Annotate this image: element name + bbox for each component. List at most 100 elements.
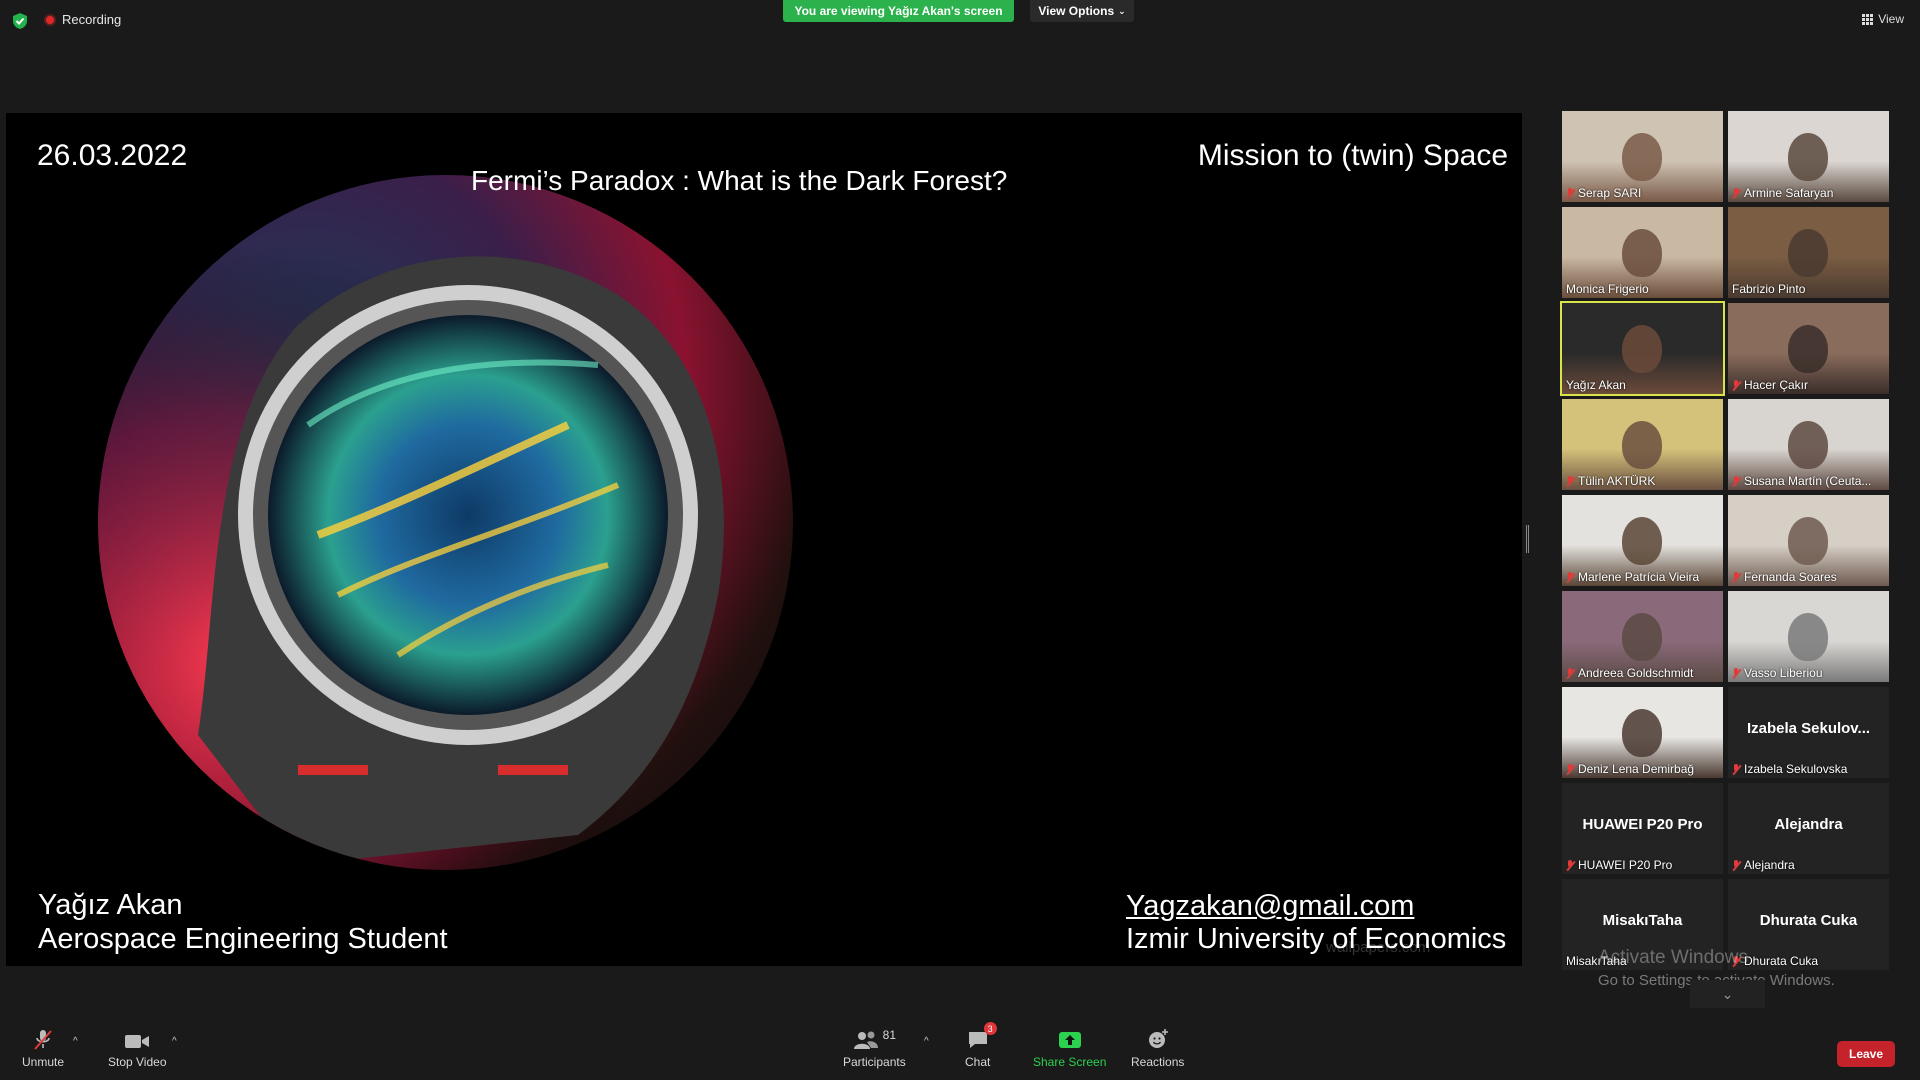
participant-display-name: Alejandra bbox=[1774, 816, 1843, 833]
video-camera-icon bbox=[124, 1028, 150, 1050]
participant-tile[interactable]: Vasso Liberiou bbox=[1728, 591, 1889, 682]
participant-tile[interactable]: Fabrizio Pinto bbox=[1728, 207, 1889, 298]
slide-mission: Mission to (twin) Space bbox=[1197, 139, 1508, 172]
activate-windows-title: Activate Windows bbox=[1598, 947, 1748, 968]
participant-tile[interactable]: Izabela Sekulov... Izabela Sekulovska bbox=[1728, 687, 1889, 778]
view-options-label: View Options bbox=[1038, 4, 1115, 18]
chat-bubble-icon: 3 bbox=[967, 1022, 997, 1050]
participant-silhouette bbox=[1622, 133, 1662, 181]
view-button[interactable]: View bbox=[1862, 12, 1904, 26]
participant-name: Yağız Akan bbox=[1566, 378, 1626, 392]
participant-display-name: Dhurata Cuka bbox=[1759, 912, 1858, 929]
share-screen-label: Share Screen bbox=[1033, 1055, 1107, 1069]
participant-name: Armine Safaryan bbox=[1744, 186, 1834, 200]
share-screen-button[interactable]: Share Screen bbox=[1033, 1028, 1106, 1069]
microphone-muted-icon bbox=[1732, 859, 1741, 871]
astronaut-helmet-image bbox=[98, 175, 793, 870]
participant-name: Tülin AKTÜRK bbox=[1578, 474, 1656, 488]
participant-silhouette bbox=[1788, 325, 1828, 373]
participant-name: Dhurata Cuka bbox=[1744, 954, 1819, 968]
recording-indicator[interactable]: Recording bbox=[44, 12, 121, 27]
panel-resize-handle[interactable] bbox=[1526, 525, 1529, 553]
participant-name: Deniz Lena Demirbağ bbox=[1578, 762, 1695, 776]
participants-count: 81 bbox=[882, 1028, 897, 1042]
microphone-muted-icon bbox=[1732, 379, 1741, 391]
participant-tile[interactable]: Marlene Patrícia Vieira bbox=[1562, 495, 1723, 586]
participant-name: Fabrizio Pinto bbox=[1732, 282, 1806, 296]
participant-tile[interactable]: Deniz Lena Demirbağ bbox=[1562, 687, 1723, 778]
presenter-email-link[interactable]: Yagzakan@gmail.com bbox=[1126, 889, 1414, 923]
chevron-down-icon: ⌄ bbox=[1721, 985, 1734, 1002]
top-bar: Recording You are viewing Yağız Akan's s… bbox=[0, 0, 1920, 40]
participant-tile[interactable]: Susana Martín (Ceuta... bbox=[1728, 399, 1889, 490]
participant-silhouette bbox=[1788, 229, 1828, 277]
participant-name: Andreea Goldschmidt bbox=[1578, 666, 1694, 680]
participant-display-name: MisakıTaha bbox=[1602, 912, 1683, 929]
participant-name-label: Fernanda Soares bbox=[1732, 570, 1837, 584]
meeting-toolbar: Unmute ^ Stop Video ^ 81 Participants ^ … bbox=[0, 1016, 1920, 1080]
microphone-muted-icon bbox=[1732, 475, 1741, 487]
participant-name-label: Izabela Sekulovska bbox=[1732, 762, 1847, 776]
participant-name: Hacer Çakır bbox=[1744, 378, 1809, 392]
gallery-scroll-down-button[interactable]: ⌄ bbox=[1690, 980, 1765, 1008]
stop-video-button[interactable]: Stop Video bbox=[108, 1028, 167, 1069]
view-label: View bbox=[1878, 12, 1904, 26]
participant-silhouette bbox=[1622, 421, 1662, 469]
participant-silhouette bbox=[1622, 517, 1662, 565]
participant-silhouette bbox=[1622, 325, 1662, 373]
participants-button[interactable]: 81 Participants bbox=[843, 1028, 906, 1069]
participant-tile[interactable]: Alejandra Alejandra bbox=[1728, 783, 1889, 874]
participant-silhouette bbox=[1788, 517, 1828, 565]
participant-name-label: Alejandra bbox=[1732, 858, 1795, 872]
participant-tile[interactable]: Yağız Akan bbox=[1560, 301, 1725, 396]
view-options-button[interactable]: View Options ⌄ bbox=[1030, 0, 1134, 22]
microphone-muted-icon bbox=[1566, 763, 1575, 775]
participant-tile[interactable]: Andreea Goldschmidt bbox=[1562, 591, 1723, 682]
slide-title: Fermi’s Paradox : What is the Dark Fores… bbox=[471, 165, 1008, 196]
leave-button[interactable]: Leave bbox=[1837, 1041, 1895, 1067]
chat-button[interactable]: 3 Chat bbox=[965, 1022, 997, 1069]
participant-tile[interactable]: Tülin AKTÜRK bbox=[1562, 399, 1723, 490]
helmet-artwork bbox=[98, 175, 793, 870]
participants-icon-row: 81 bbox=[853, 1028, 896, 1050]
participant-tile[interactable]: Dhurata Cuka Dhurata Cuka bbox=[1728, 879, 1889, 970]
participant-name-label: Fabrizio Pinto bbox=[1732, 282, 1805, 296]
participant-tile[interactable]: HUAWEI P20 Pro HUAWEI P20 Pro bbox=[1562, 783, 1723, 874]
participant-tile[interactable]: Serap SARI bbox=[1562, 111, 1723, 202]
participant-name-label: Andreea Goldschmidt bbox=[1566, 666, 1693, 680]
reactions-button[interactable]: Reactions bbox=[1131, 1028, 1184, 1069]
participant-name-label: Vasso Liberiou bbox=[1732, 666, 1823, 680]
microphone-muted-icon bbox=[32, 1028, 54, 1050]
chevron-down-icon: ⌄ bbox=[1118, 5, 1126, 16]
participant-name-label: Serap SARI bbox=[1566, 186, 1641, 200]
participant-silhouette bbox=[1622, 229, 1662, 277]
video-options-chevron-icon[interactable]: ^ bbox=[172, 1036, 177, 1047]
participant-name: HUAWEI P20 Pro bbox=[1578, 858, 1673, 872]
viewing-screen-banner: You are viewing Yağız Akan's screen bbox=[783, 0, 1014, 22]
participants-options-chevron-icon[interactable]: ^ bbox=[924, 1036, 929, 1047]
participant-name-label: Susana Martín (Ceuta... bbox=[1732, 474, 1871, 488]
participant-tile[interactable]: Armine Safaryan bbox=[1728, 111, 1889, 202]
participant-name-label: Marlene Patrícia Vieira bbox=[1566, 570, 1699, 584]
participant-name: Serap SARI bbox=[1578, 186, 1642, 200]
participant-name: Fernanda Soares bbox=[1744, 570, 1837, 584]
presenter-name: Yağız Akan bbox=[38, 889, 183, 921]
participant-silhouette bbox=[1788, 613, 1828, 661]
participants-icon bbox=[853, 1031, 878, 1049]
participant-name: Marlene Patrícia Vieira bbox=[1578, 570, 1700, 584]
unmute-button[interactable]: Unmute bbox=[22, 1028, 64, 1069]
participant-name: Izabela Sekulovska bbox=[1744, 762, 1848, 776]
audio-options-chevron-icon[interactable]: ^ bbox=[73, 1036, 78, 1047]
participants-label: Participants bbox=[843, 1055, 906, 1069]
recording-label: Recording bbox=[62, 12, 122, 27]
microphone-muted-icon bbox=[1566, 667, 1575, 679]
shield-check-icon[interactable] bbox=[12, 12, 28, 30]
participant-name: Susana Martín (Ceuta... bbox=[1744, 474, 1872, 488]
chat-unread-badge: 3 bbox=[983, 1022, 997, 1035]
shared-screen: 26.03.2022 Fermi’s Paradox : What is the… bbox=[6, 113, 1522, 966]
participant-tile[interactable]: Hacer Çakır bbox=[1728, 303, 1889, 394]
participant-tile[interactable]: Monica Frigerio bbox=[1562, 207, 1723, 298]
participant-name: Monica Frigerio bbox=[1566, 282, 1649, 296]
participant-name: Vasso Liberiou bbox=[1744, 666, 1823, 680]
participant-tile[interactable]: Fernanda Soares bbox=[1728, 495, 1889, 586]
